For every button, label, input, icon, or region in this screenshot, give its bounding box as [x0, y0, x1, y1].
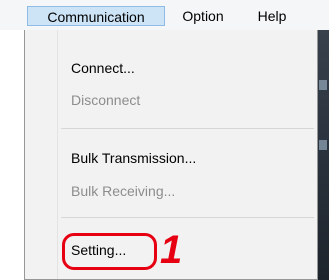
- menu-help[interactable]: Help: [250, 6, 294, 26]
- menu-bar: Communication Option Help: [0, 0, 329, 30]
- menu-item-connect[interactable]: Connect...: [71, 58, 135, 78]
- menu-separator: [61, 217, 314, 218]
- menu-option[interactable]: Option: [172, 6, 234, 26]
- menu-separator: [61, 128, 314, 129]
- background-fragment: [319, 140, 327, 150]
- step-number-callout: 1: [160, 228, 183, 272]
- menu-communication[interactable]: Communication: [27, 6, 165, 26]
- menu-item-bulk-transmission[interactable]: Bulk Transmission...: [71, 148, 196, 168]
- menu-item-bulk-receiving: Bulk Receiving...: [71, 183, 176, 199]
- setting-highlight-box: [62, 233, 157, 270]
- menu-gutter-divider: [57, 30, 58, 279]
- background-window-strip: [317, 30, 329, 280]
- menu-item-disconnect: Disconnect: [71, 92, 141, 108]
- background-fragment: [319, 80, 327, 90]
